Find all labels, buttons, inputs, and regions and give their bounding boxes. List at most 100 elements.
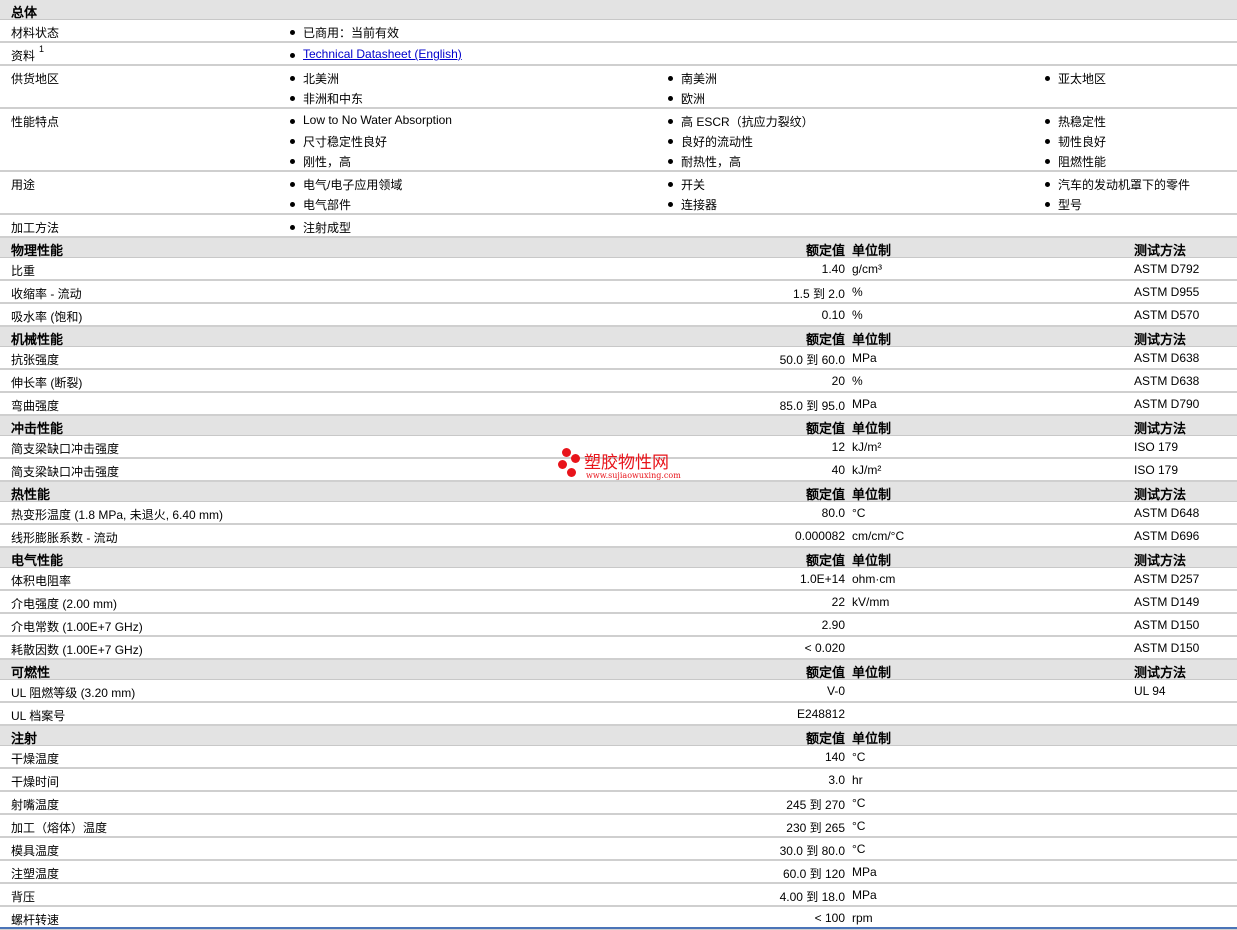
general-row: 加工方法 注射成型 [0,215,1237,238]
list-item: 耐热性，高 [667,155,742,169]
property-unit: °C [852,796,866,810]
test-method: ISO 179 [1134,440,1179,454]
test-method: ASTM D638 [1134,374,1200,388]
section-title: 物理性能 [11,243,64,258]
section-header: 机械性能 额定值 单位制 测试方法 [0,327,1237,347]
property-name: 模具温度 [11,844,60,858]
list-item: 欧洲 [667,92,706,106]
property-row: 比重 1.40 g/cm³ ASTM D792 [0,258,1237,281]
header-value: 额定值 [805,332,845,347]
property-unit: % [852,285,863,299]
property-unit: MPa [852,888,877,902]
section-header: 冲击性能 额定值 单位制 测试方法 [0,416,1237,436]
property-unit: MPa [852,865,877,879]
property-unit: °C [852,506,866,520]
list-item: 尺寸稳定性良好 [289,135,388,149]
property-unit: rpm [852,911,873,925]
property-name: UL 阻燃等级 (3.20 mm) [11,686,136,700]
property-row: 收缩率 - 流动 1.5 到 2.0% ASTM D955 [0,281,1237,304]
property-name: 介电强度 (2.00 mm) [11,597,118,611]
test-method: ASTM D570 [1134,308,1200,322]
property-row: 干燥时间 3.0 hr [0,769,1237,792]
header-unit: 单位制 [852,487,892,502]
section-title: 电气性能 [11,553,64,568]
section-title: 注射 [11,731,38,746]
property-value: 22 [831,595,845,609]
general-row: 用途 电气/电子应用领域 电气部件 开关 连接器 汽车的发动机罩下的零件 型号 [0,172,1237,215]
property-unit: kV/mm [852,595,890,609]
property-name: 介电常数 (1.00E+7 GHz) [11,620,143,634]
test-method: UL 94 [1134,684,1166,698]
property-value: 4.00 到 18.0 [779,890,845,904]
header-test-method: 测试方法 [1134,332,1187,347]
property-name: 弯曲强度 [11,399,60,413]
property-unit: kJ/m² [852,463,882,477]
property-value: 12 [831,440,845,454]
list-item: 电气/电子应用领域 [289,178,403,192]
property-name: 简支梁缺口冲击强度 [11,465,120,479]
property-name: 收缩率 - 流动 [11,287,82,301]
section-title: 总体 [11,5,38,20]
property-unit: ohm·cm [852,572,896,586]
section-title: 可燃性 [11,665,51,680]
general-row: 资料 1 Technical Datasheet (English) [0,43,1237,66]
property-name: 干燥时间 [11,775,60,789]
watermark-url: www.sujiaowuxing.com [586,471,681,480]
property-row: 加工（熔体）温度 230 到 265 °C [0,815,1237,838]
header-unit: 单位制 [852,243,892,258]
property-unit: °C [852,750,866,764]
header-test-method: 测试方法 [1134,665,1187,680]
property-value: 245 到 270 [786,798,845,812]
footnote-marker: 1 [39,44,45,54]
header-value: 额定值 [805,553,845,568]
test-method: ASTM D257 [1134,572,1200,586]
row-label: 性能特点 [11,115,60,129]
test-method: ASTM D696 [1134,529,1200,543]
property-row: 模具温度 30.0 到 80.0 °C [0,838,1237,861]
header-unit: 单位制 [852,731,892,746]
list-item: 北美洲 [289,72,340,86]
property-value: 85.0 到 95.0 [779,399,845,413]
datasheet-link[interactable]: Technical Datasheet (English) [303,47,462,61]
section-header: 注射 额定值 单位制 [0,726,1237,746]
property-name: 抗张强度 [11,353,60,367]
property-value: 20 [831,374,845,388]
property-unit: g/cm³ [852,262,882,276]
list-item: 南美洲 [667,72,718,86]
section-title: 机械性能 [11,332,64,347]
header-unit: 单位制 [852,421,892,436]
list-item: 连接器 [667,198,718,212]
list-item: 阻燃性能 [1044,155,1107,169]
general-row: 性能特点 Low to No Water Absorption 尺寸稳定性良好 刚性，… [0,109,1237,172]
header-value: 额定值 [805,243,845,258]
property-value: 230 到 265 [786,821,845,835]
general-row: 材料状态 已商用：当前有效 [0,20,1237,43]
property-row: 耗散因数 (1.00E+7 GHz) < 0.020 ASTM D150 [0,637,1237,660]
property-row: 射嘴温度 245 到 270 °C [0,792,1237,815]
property-row: 体积电阻率 1.0E+14 ohm·cm ASTM D257 [0,568,1237,591]
property-name: 射嘴温度 [11,798,60,812]
property-unit: °C [852,819,866,833]
section-header: 物理性能 额定值 单位制 测试方法 [0,238,1237,258]
header-value: 额定值 [805,665,845,680]
list-item: 注射成型 [289,221,352,235]
property-value: 80.0 [821,506,845,520]
property-name: 线形膨胀系数 - 流动 [11,531,118,545]
row-label: 加工方法 [11,221,60,235]
property-unit: MPa [852,351,877,365]
list-item: 刚性，高 [289,155,352,169]
property-name: 热变形温度 (1.8 MPa, 未退火, 6.40 mm) [11,508,224,522]
property-row: 吸水率 (饱和) 0.10% ASTM D570 [0,304,1237,327]
property-row: 背压 4.00 到 18.0 MPa [0,884,1237,907]
row-label: 用途 [11,178,36,192]
test-method: ASTM D150 [1134,641,1200,655]
property-row: 注塑温度 60.0 到 120 MPa [0,861,1237,884]
property-row: 伸长率 (断裂) 20% ASTM D638 [0,370,1237,393]
list-item: 热稳定性 [1044,115,1107,129]
property-value: 1.40 [821,262,845,276]
list-item: 已商用：当前有效 [289,26,400,40]
property-value: 40 [831,463,845,477]
section-header-general: 总体 [0,0,1237,20]
watermark-title: 塑胶物性网 [584,453,669,473]
header-test-method: 测试方法 [1134,553,1187,568]
